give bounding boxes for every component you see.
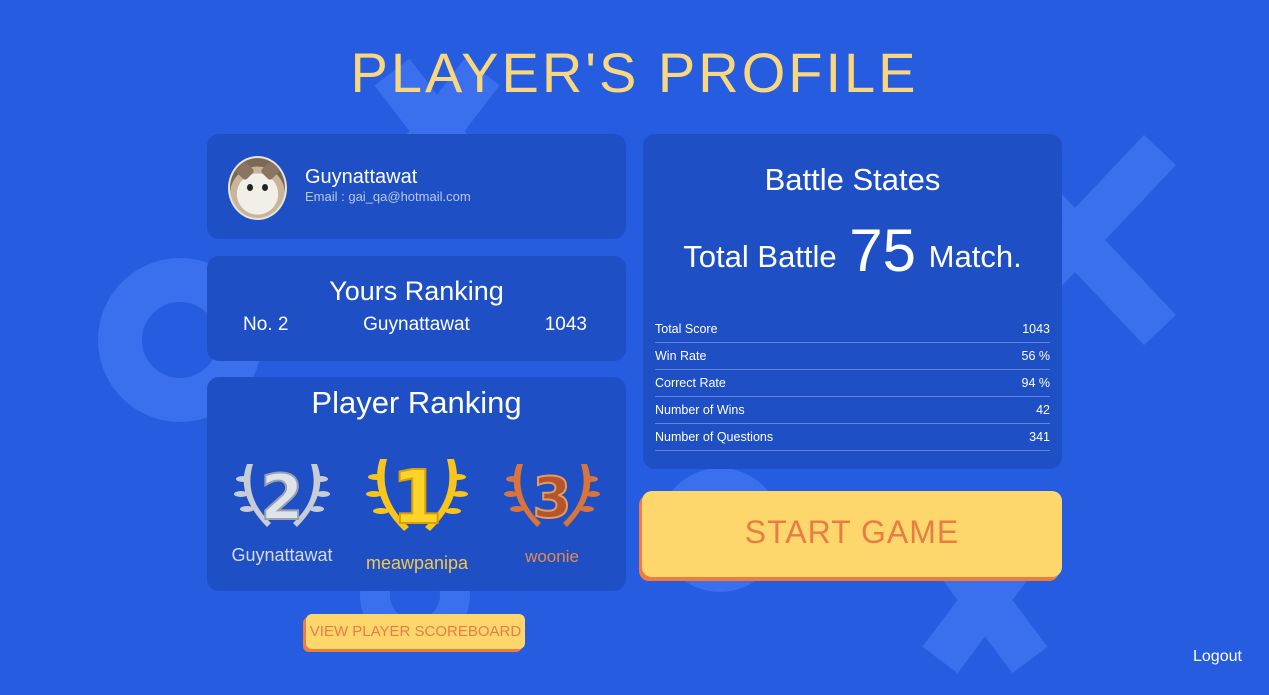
stat-label: Number of Questions (655, 430, 774, 444)
stat-row: Number of Questions 341 (655, 424, 1050, 451)
profile-name: Guynattawat (305, 166, 418, 188)
profile-card: Guynattawat Email : gai_qa@hotmail.com (207, 134, 626, 239)
stat-label: Correct Rate (655, 376, 726, 390)
stat-label: Win Rate (655, 349, 707, 363)
gold-medal-icon: 1 (366, 454, 468, 542)
stat-row: Correct Rate 94 % (655, 370, 1050, 397)
silver-medal-icon: 2 (234, 460, 330, 535)
yours-ranking-title: Yours Ranking (329, 276, 504, 306)
stat-row: Number of Wins 42 (655, 397, 1050, 424)
stat-value: 42 (1036, 403, 1050, 417)
total-battle: Total Battle 75 Match. (643, 216, 1062, 285)
rank-score: 1043 (544, 314, 587, 335)
total-battle-prefix: Total Battle (683, 239, 837, 274)
battle-stats-title: Battle States (764, 162, 941, 197)
stat-value: 56 % (1021, 349, 1051, 363)
logout-link[interactable]: Logout (1193, 648, 1242, 666)
bronze-medal-icon: 3 (504, 464, 600, 532)
profile-email: Email : gai_qa@hotmail.com (305, 189, 471, 204)
stat-value: 341 (1029, 430, 1050, 444)
svg-text:2: 2 (260, 461, 303, 534)
start-game-button[interactable]: START GAME (642, 491, 1062, 577)
view-scoreboard-button[interactable]: VIEW PLAYER SCOREBOARD (306, 614, 525, 649)
player-ranking-card: Player Ranking 2 1 3 Guynattawat meawpan… (207, 377, 626, 591)
svg-text:1: 1 (391, 455, 443, 541)
rank-1-player-name: meawpanipa (365, 553, 469, 573)
page-title: PLAYER'S PROFILE (350, 41, 919, 104)
stat-label: Total Score (655, 322, 718, 336)
battle-stats-card: Battle States Total Battle 75 Match. Tot… (643, 134, 1062, 469)
stat-value: 94 % (1021, 376, 1051, 390)
stat-value: 1043 (1022, 322, 1050, 336)
stat-row: Total Score 1043 (655, 316, 1050, 343)
yours-ranking-card: Yours Ranking No. 2 Guynattawat 1043 (207, 256, 626, 361)
rank-3-player-name: woonie (525, 547, 579, 566)
stats-table: Total Score 1043 Win Rate 56 % Correct R… (655, 316, 1050, 451)
total-battle-suffix: Match. (928, 239, 1022, 274)
rank-2-player-name: Guynattawat (231, 545, 333, 565)
stat-row: Win Rate 56 % (655, 343, 1050, 370)
stat-label: Number of Wins (655, 403, 745, 417)
svg-text:3: 3 (533, 466, 572, 531)
player-ranking-title: Player Ranking (311, 385, 522, 420)
total-battle-value: 75 (849, 217, 917, 284)
avatar (228, 156, 287, 220)
